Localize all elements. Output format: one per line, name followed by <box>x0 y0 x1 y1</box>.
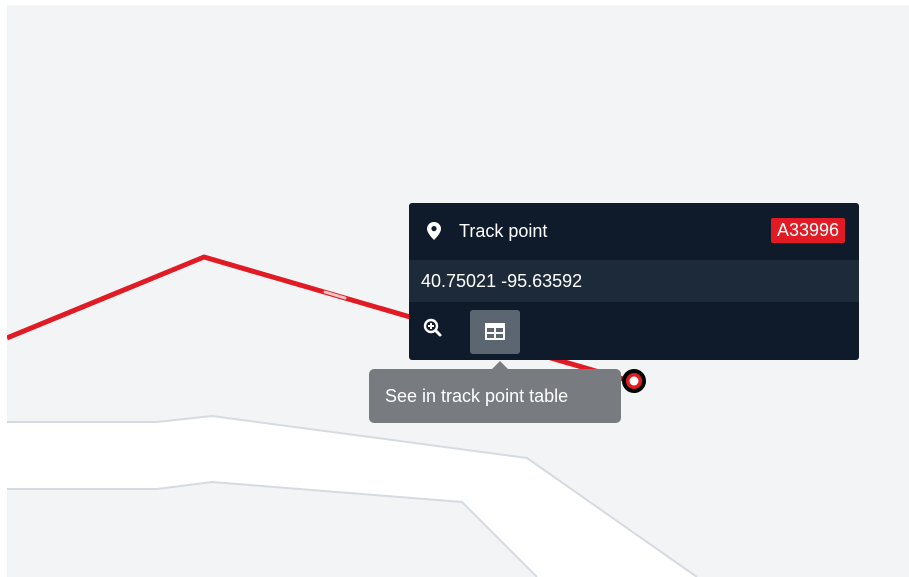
tooltip: See in track point table <box>369 369 621 423</box>
zoom-in-button[interactable] <box>421 316 447 342</box>
popup-actions <box>409 302 859 360</box>
track-point-popup: Track point A33996 40.75021 -95.63592 <box>409 203 859 360</box>
track-point-table-button[interactable] <box>470 310 520 354</box>
tooltip-arrow <box>492 361 508 369</box>
vehicle-badge: A33996 <box>770 218 845 243</box>
popup-header: Track point A33996 <box>409 203 859 260</box>
coordinates-text: 40.75021 -95.63592 <box>421 271 583 291</box>
zoom-in-icon <box>423 318 442 337</box>
track-point-marker[interactable] <box>620 366 652 398</box>
tooltip-text: See in track point table <box>385 386 569 406</box>
coordinates-row: 40.75021 -95.63592 <box>409 260 859 302</box>
map-pin-icon <box>427 222 441 240</box>
table-icon <box>485 323 505 340</box>
popup-title: Track point <box>459 221 548 241</box>
